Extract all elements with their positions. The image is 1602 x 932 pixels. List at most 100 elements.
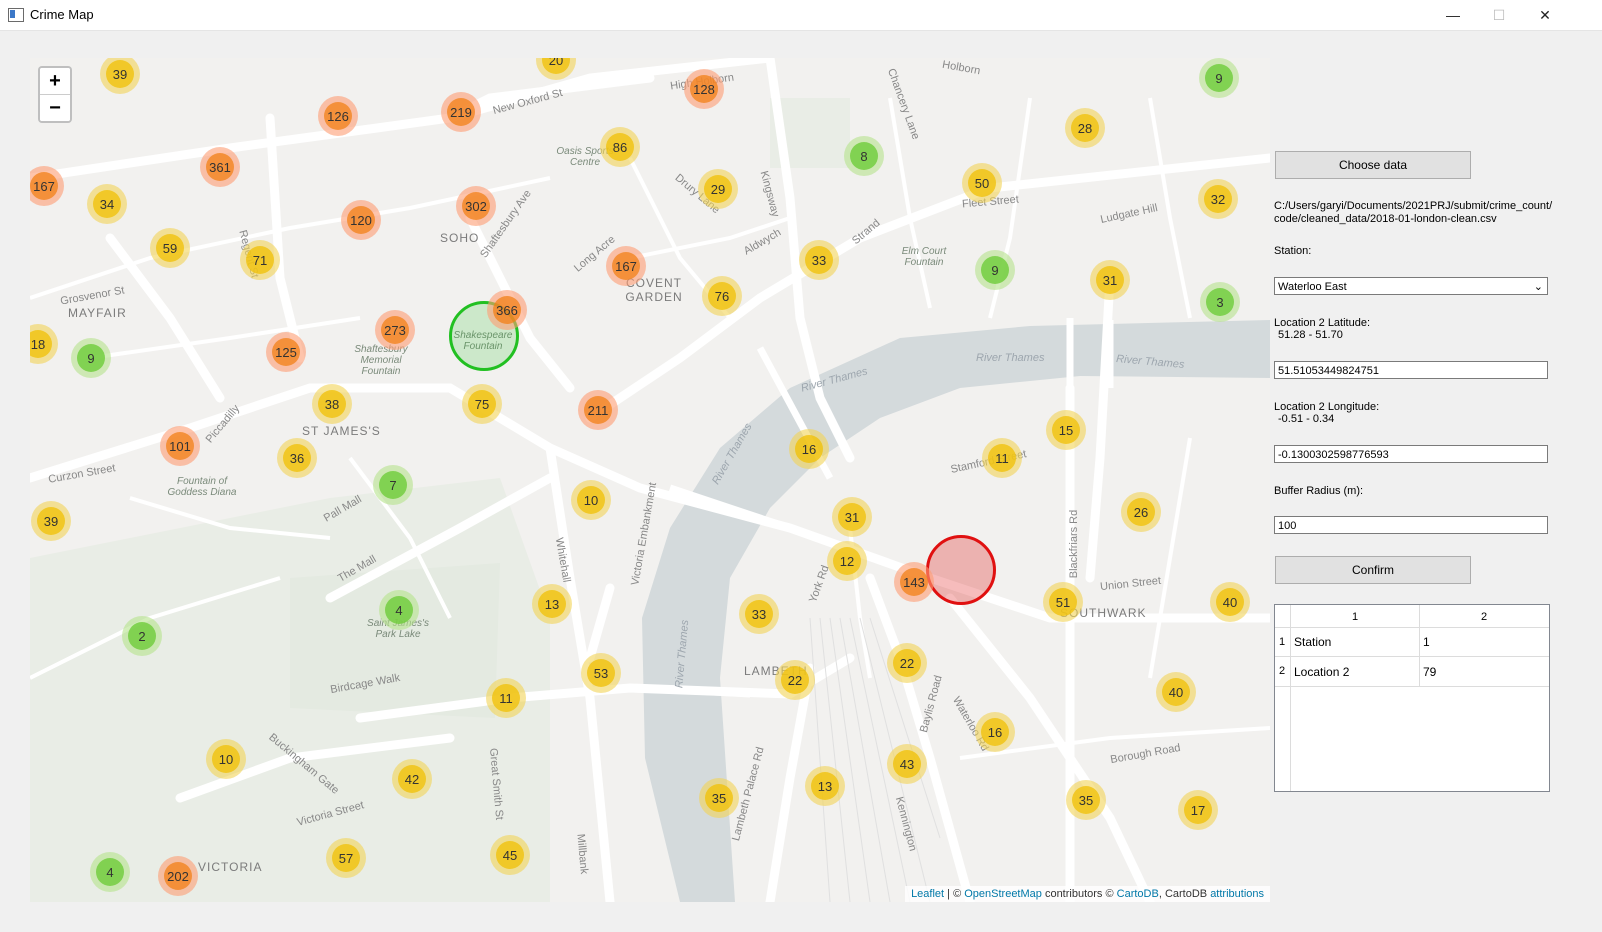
cluster-marker[interactable]: 4	[90, 852, 130, 892]
cluster-marker[interactable]: 2	[122, 616, 162, 656]
cluster-marker[interactable]: 4	[379, 590, 419, 630]
attributions-link[interactable]: attributions	[1210, 888, 1264, 900]
map-view[interactable]: MAYFAIR SOHO COVENT GARDEN ST JAMES'S SO…	[30, 58, 1270, 902]
cluster-marker[interactable]: 11	[982, 438, 1022, 478]
cluster-marker[interactable]: 51	[1043, 582, 1083, 622]
table-cell[interactable]: Station	[1294, 635, 1331, 649]
cluster-marker[interactable]: 125	[266, 332, 306, 372]
zoom-in-button[interactable]: +	[40, 68, 70, 94]
cluster-marker[interactable]: 28	[1065, 108, 1105, 148]
maximize-button[interactable]: ☐	[1476, 0, 1522, 30]
choose-data-button[interactable]: Choose data	[1275, 151, 1471, 179]
cluster-marker[interactable]: 26	[1121, 492, 1161, 532]
cluster-marker[interactable]: 211	[578, 390, 618, 430]
cluster-marker[interactable]: 57	[326, 838, 366, 878]
cluster-marker[interactable]: 42	[392, 759, 432, 799]
cluster-marker[interactable]: 10	[206, 739, 246, 779]
cluster-marker[interactable]: 7	[373, 465, 413, 505]
cluster-marker[interactable]: 128	[684, 69, 724, 109]
cluster-count: 128	[690, 75, 718, 103]
table-cell[interactable]: Location 2	[1294, 665, 1349, 679]
location-2-buffer-circle[interactable]	[926, 535, 996, 605]
cluster-marker[interactable]: 71	[240, 240, 280, 280]
cluster-marker[interactable]: 35	[699, 778, 739, 818]
cluster-marker[interactable]: 9	[71, 338, 111, 378]
cluster-marker[interactable]: 219	[441, 92, 481, 132]
cluster-count: 22	[893, 649, 921, 677]
cluster-marker[interactable]: 9	[1199, 58, 1239, 98]
station-select[interactable]: Waterloo East ⌄	[1274, 277, 1548, 295]
cluster-marker[interactable]: 29	[698, 169, 738, 209]
cluster-marker[interactable]: 53	[581, 653, 621, 693]
cluster-marker[interactable]: 40	[1210, 582, 1250, 622]
cluster-count: 20	[542, 58, 570, 74]
cluster-marker[interactable]: 12	[827, 541, 867, 581]
cluster-marker[interactable]: 40	[1156, 672, 1196, 712]
cluster-count: 12	[833, 547, 861, 575]
cluster-marker[interactable]: 35	[1066, 780, 1106, 820]
cluster-marker[interactable]: 202	[158, 856, 198, 896]
cluster-count: 16	[981, 718, 1009, 746]
table-cell[interactable]: 79	[1423, 665, 1436, 679]
cluster-marker[interactable]: 50	[962, 163, 1002, 203]
osm-link[interactable]: OpenStreetMap	[964, 888, 1042, 900]
cluster-marker[interactable]: 59	[150, 228, 190, 268]
cluster-count: 22	[781, 666, 809, 694]
cluster-count: 11	[988, 444, 1016, 472]
cluster-marker[interactable]: 13	[532, 584, 572, 624]
cluster-marker[interactable]: 39	[31, 501, 71, 541]
cluster-marker[interactable]: 31	[1090, 260, 1130, 300]
cluster-marker[interactable]: 15	[1046, 410, 1086, 450]
cluster-marker[interactable]: 22	[775, 660, 815, 700]
cluster-marker[interactable]: 76	[702, 276, 742, 316]
cluster-marker[interactable]: 38	[312, 384, 352, 424]
cartodb-link[interactable]: CartoDB	[1117, 888, 1159, 900]
cluster-count: 361	[206, 153, 234, 181]
cluster-marker[interactable]: 126	[318, 96, 358, 136]
cluster-marker[interactable]: 11	[486, 678, 526, 718]
buffer-radius-input[interactable]: 100	[1274, 516, 1548, 534]
longitude-input[interactable]: -0.1300302598776593	[1274, 445, 1548, 463]
cluster-count: 43	[893, 750, 921, 778]
cluster-marker[interactable]: 167	[606, 246, 646, 286]
cluster-marker[interactable]: 302	[456, 186, 496, 226]
zoom-out-button[interactable]: −	[40, 94, 70, 121]
cluster-marker[interactable]: 36	[277, 438, 317, 478]
cluster-marker[interactable]: 366	[487, 290, 527, 330]
cluster-count: 10	[212, 745, 240, 773]
cluster-marker[interactable]: 143	[894, 562, 934, 602]
cluster-count: 71	[246, 246, 274, 274]
cluster-marker[interactable]: 86	[600, 127, 640, 167]
cluster-marker[interactable]: 9	[975, 250, 1015, 290]
cluster-marker[interactable]: 34	[87, 184, 127, 224]
cluster-marker[interactable]: 101	[160, 426, 200, 466]
cluster-count: 57	[332, 844, 360, 872]
cluster-marker[interactable]: 22	[887, 643, 927, 683]
cluster-marker[interactable]: 45	[490, 835, 530, 875]
cluster-marker[interactable]: 16	[789, 429, 829, 469]
cluster-marker[interactable]: 8	[844, 136, 884, 176]
cluster-marker[interactable]: 31	[832, 497, 872, 537]
cluster-marker[interactable]: 120	[341, 200, 381, 240]
cluster-marker[interactable]: 13	[805, 766, 845, 806]
cluster-marker[interactable]: 33	[799, 240, 839, 280]
cluster-marker[interactable]: 33	[739, 594, 779, 634]
cluster-marker[interactable]: 16	[975, 712, 1015, 752]
confirm-button[interactable]: Confirm	[1275, 556, 1471, 584]
cluster-marker[interactable]: 43	[887, 744, 927, 784]
cluster-marker[interactable]: 273	[375, 310, 415, 350]
minimize-button[interactable]: —	[1430, 0, 1476, 30]
cluster-marker[interactable]: 3	[1200, 282, 1240, 322]
cluster-marker[interactable]: 32	[1198, 179, 1238, 219]
latitude-input[interactable]: 51.51053449824751	[1274, 361, 1548, 379]
cluster-count: 31	[1096, 266, 1124, 294]
close-button[interactable]: ✕	[1522, 0, 1568, 30]
attribution-text: contributors ©	[1041, 888, 1117, 900]
cluster-marker[interactable]: 361	[200, 147, 240, 187]
cluster-marker[interactable]: 17	[1178, 790, 1218, 830]
cluster-marker[interactable]: 75	[462, 384, 502, 424]
table-cell[interactable]: 1	[1423, 635, 1430, 649]
cluster-marker[interactable]: 10	[571, 480, 611, 520]
cluster-count: 45	[496, 841, 524, 869]
leaflet-link[interactable]: Leaflet	[911, 888, 944, 900]
